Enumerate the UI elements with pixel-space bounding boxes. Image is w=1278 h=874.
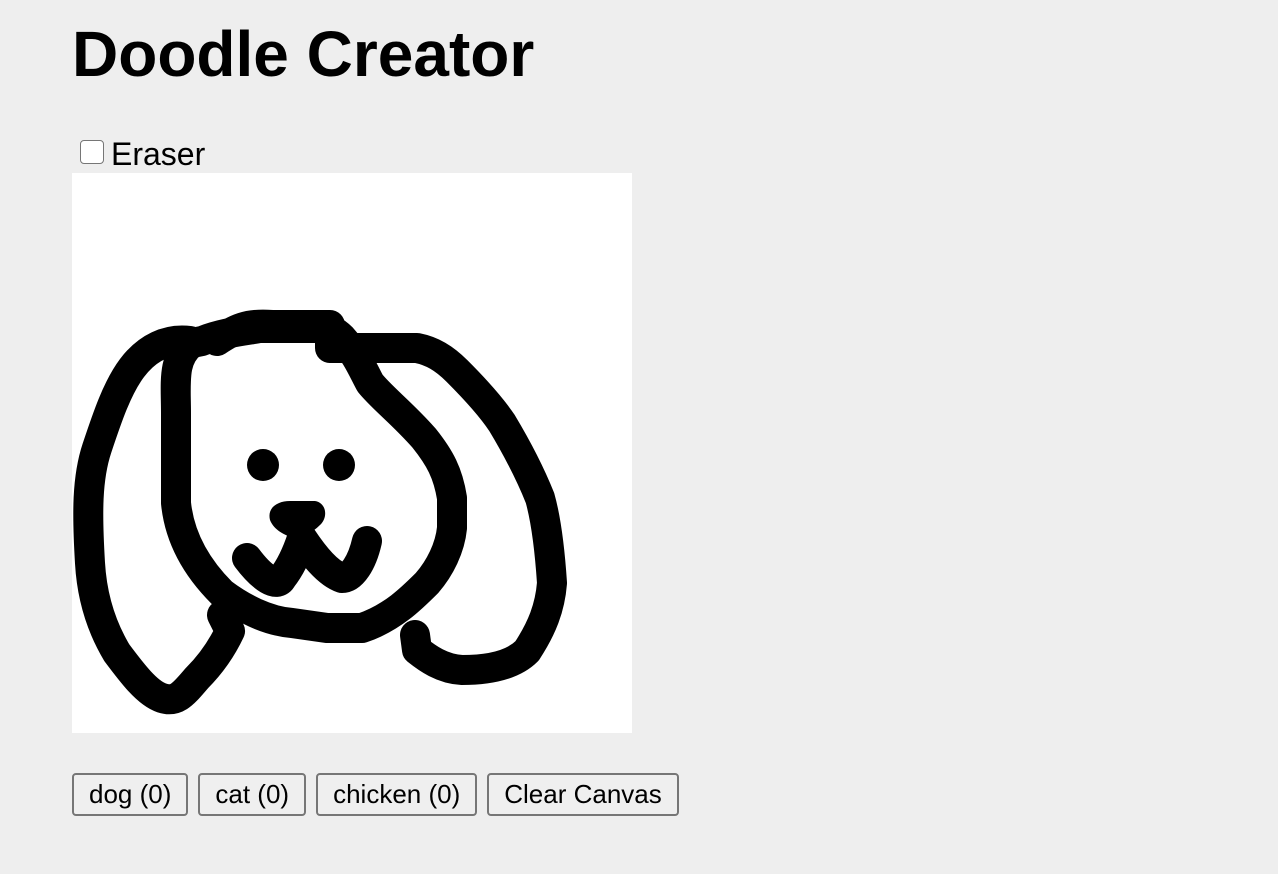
doodle-left-eye — [247, 449, 279, 481]
page-title: Doodle Creator — [72, 18, 535, 90]
eraser-label[interactable]: Eraser — [111, 136, 205, 172]
doodle-nose — [269, 501, 326, 538]
eraser-checkbox[interactable] — [80, 140, 104, 164]
doodle-drawing — [73, 309, 567, 715]
chicken-button[interactable]: chicken (0) — [316, 773, 478, 816]
drawing-canvas[interactable] — [72, 173, 632, 733]
category-buttons: dog (0) cat (0) chicken (0) Clear Canvas — [72, 773, 679, 816]
cat-button[interactable]: cat (0) — [198, 773, 307, 816]
clear-canvas-button[interactable]: Clear Canvas — [487, 773, 679, 816]
doodle-mouth-stroke — [232, 523, 382, 597]
dog-button[interactable]: dog (0) — [72, 773, 189, 816]
doodle-left-ear-stroke — [73, 325, 245, 715]
doodle-head-top-stroke — [202, 309, 345, 363]
doodle-right-eye — [323, 449, 355, 481]
doodle-head-stroke — [160, 313, 467, 643]
eraser-toggle[interactable]: Eraser — [80, 136, 205, 172]
